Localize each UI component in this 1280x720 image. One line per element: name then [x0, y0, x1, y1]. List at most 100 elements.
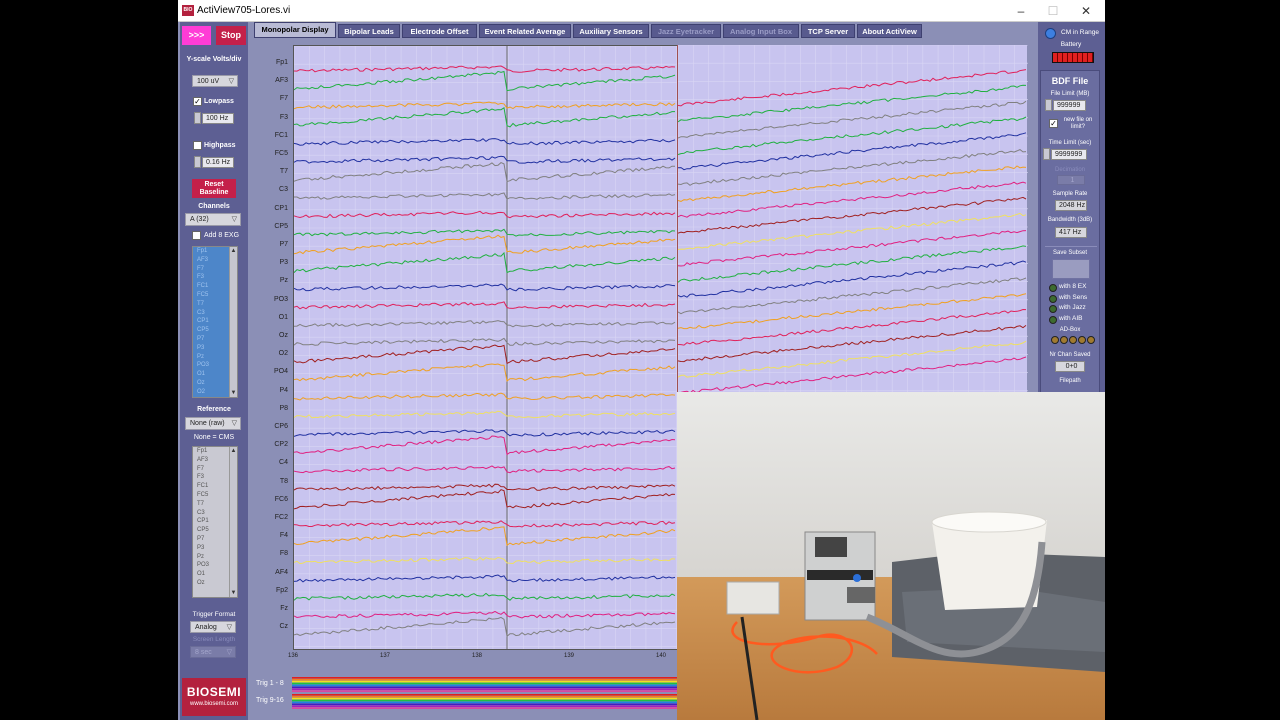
screen-length-label: Screen Length: [192, 636, 236, 643]
trigger-bit-line: [292, 707, 678, 709]
eeg-traces-continuation: [678, 45, 1028, 393]
tab-about-actiview[interactable]: About ActiView: [857, 24, 922, 38]
scroll-up-icon[interactable]: ▲: [230, 448, 237, 454]
channel-label: F3: [279, 113, 288, 121]
eeg-trace: [678, 100, 1027, 139]
highpass-field[interactable]: 0.16 Hz: [202, 157, 234, 168]
channel-label: PO4: [273, 368, 288, 376]
bandwidth-label: Bandwidth (3dB): [1047, 217, 1093, 223]
option-led: [1049, 294, 1057, 303]
channel-list-scrollbar[interactable]: ▲ ▼: [229, 247, 237, 397]
trigger-format-dropdown[interactable]: Analog ▽: [190, 621, 236, 633]
lowpass-checkbox[interactable]: ✓: [193, 97, 202, 106]
eeg-trace: [294, 234, 676, 255]
close-button[interactable]: ✕: [1071, 2, 1101, 20]
channel-listbox[interactable]: Fp1 AF3 F7 F3 FC1 FC5 T7 C3 CP1 CP5 P7 P3 Pz PO3 O1 Oz O…: [192, 246, 238, 398]
cm-in-range-led: [1045, 28, 1056, 39]
yscale-label: Y-scale Volts/div: [186, 56, 242, 63]
save-subset-box[interactable]: [1052, 259, 1090, 279]
new-file-checkbox[interactable]: ✓: [1049, 119, 1058, 128]
tab-auxiliary-sensors[interactable]: Auxiliary Sensors: [573, 24, 649, 38]
file-limit-field[interactable]: 999999: [1053, 100, 1086, 111]
trigger-bars: [292, 677, 678, 709]
eeg-trace: [678, 212, 1027, 250]
aibox-led: [1060, 336, 1068, 344]
highpass-checkbox[interactable]: [193, 141, 202, 150]
lowpass-field[interactable]: 100 Hz: [202, 113, 234, 124]
add-exg-label: Add 8 EXG: [204, 232, 240, 239]
channel-label: FC1: [274, 131, 288, 139]
eeg-trace: [678, 260, 1027, 298]
tab-jazz-eyetracker[interactable]: Jazz Eyetracker: [651, 24, 721, 38]
eeg-trace: [678, 308, 1027, 346]
highpass-spinner[interactable]: [194, 156, 201, 168]
x-tick-label: 137: [380, 653, 391, 659]
eeg-plot-continuation[interactable]: [677, 45, 1028, 393]
battery-indicator: [1052, 52, 1094, 63]
eeg-trace: [294, 592, 676, 601]
channel-label: Fz: [280, 605, 288, 612]
reset-baseline-button[interactable]: Reset Baseline: [192, 179, 236, 198]
maximize-button[interactable]: ☐: [1038, 2, 1068, 20]
channel-label: CP6: [274, 423, 288, 430]
decimation-field[interactable]: 1: [1057, 175, 1085, 185]
scroll-down-icon[interactable]: ▼: [230, 390, 237, 396]
channel-label: C4: [279, 459, 288, 467]
screen-length-dropdown[interactable]: 8 sec ▽: [190, 646, 236, 658]
biosemi-logo-text: BIOSEMI: [186, 685, 242, 699]
tab-bipolar-leads[interactable]: Bipolar Leads: [338, 24, 400, 38]
trigger-bit-line: [292, 690, 678, 692]
eeg-trace: [294, 392, 676, 401]
scroll-up-icon[interactable]: ▲: [230, 248, 237, 254]
eeg-trace: [294, 483, 676, 491]
yscale-dropdown[interactable]: 100 uV ▽: [192, 75, 238, 87]
eeg-trace: [294, 320, 676, 328]
channels-dropdown[interactable]: A (32) ▽: [185, 213, 241, 226]
eeg-trace: [294, 228, 676, 237]
chevron-down-icon: ▽: [226, 624, 232, 631]
option-led: [1049, 315, 1057, 324]
tab-analog-input-box[interactable]: Analog Input Box: [723, 24, 799, 38]
lowpass-unit: Hz: [219, 115, 229, 122]
channel-label: O2: [278, 350, 288, 358]
aibox-led: [1087, 336, 1095, 344]
eeg-trace: [294, 574, 676, 583]
channels-label: Channels: [198, 203, 230, 210]
channel-label: FC5: [274, 150, 288, 157]
divider: [1045, 246, 1097, 247]
eeg-trace: [294, 526, 676, 547]
reference-listbox[interactable]: Fp1 AF3 F7 F3 FC1 FC5 T7 C3 CP1 CP5 P7 P3 Pz PO3 O1 Oz …: [192, 446, 238, 598]
add-exg-checkbox[interactable]: [192, 231, 201, 240]
eeg-trace: [294, 138, 676, 146]
biosemi-logo: BIOSEMI www.biosemi.com: [182, 678, 246, 716]
eeg-traces: [294, 46, 677, 649]
lowpass-spinner[interactable]: [194, 112, 201, 124]
tab-monopolar-display[interactable]: Monopolar Display: [254, 22, 336, 38]
eeg-trace: [678, 325, 1027, 363]
file-limit-spinner[interactable]: [1045, 99, 1052, 111]
minimize-button[interactable]: –: [1006, 2, 1036, 20]
trigger-format-value: Analog: [195, 624, 217, 631]
reference-dropdown[interactable]: None (raw) ▽: [185, 417, 241, 430]
sample-rate-field: 2048 Hz: [1055, 200, 1087, 211]
tab-tcp-server[interactable]: TCP Server: [801, 24, 855, 38]
time-limit-label: Time Limit (sec): [1048, 140, 1092, 146]
time-limit-field[interactable]: 9999999: [1051, 149, 1087, 160]
reference-list-scrollbar[interactable]: ▲ ▼: [229, 447, 237, 597]
eeg-trace: [294, 283, 676, 292]
channel-label: P3: [279, 259, 288, 267]
time-limit-spinner[interactable]: [1043, 148, 1050, 160]
channels-value: A (32): [190, 216, 209, 223]
eeg-trace: [678, 196, 1027, 234]
tab-event-related-average[interactable]: Event Related Average: [479, 24, 571, 38]
eeg-trace: [294, 155, 676, 164]
scroll-down-icon[interactable]: ▼: [230, 590, 237, 596]
channel-label: CP2: [274, 441, 288, 449]
eeg-monopolar-plot[interactable]: [293, 45, 678, 650]
eeg-trace: [678, 340, 1027, 378]
channel-label: AF4: [275, 568, 288, 576]
stop-button[interactable]: Stop: [216, 26, 246, 45]
channel-label: CP1: [274, 204, 288, 212]
start-acquisition-button[interactable]: >>>: [182, 26, 211, 45]
tab-electrode-offset[interactable]: Electrode Offset: [402, 24, 477, 38]
